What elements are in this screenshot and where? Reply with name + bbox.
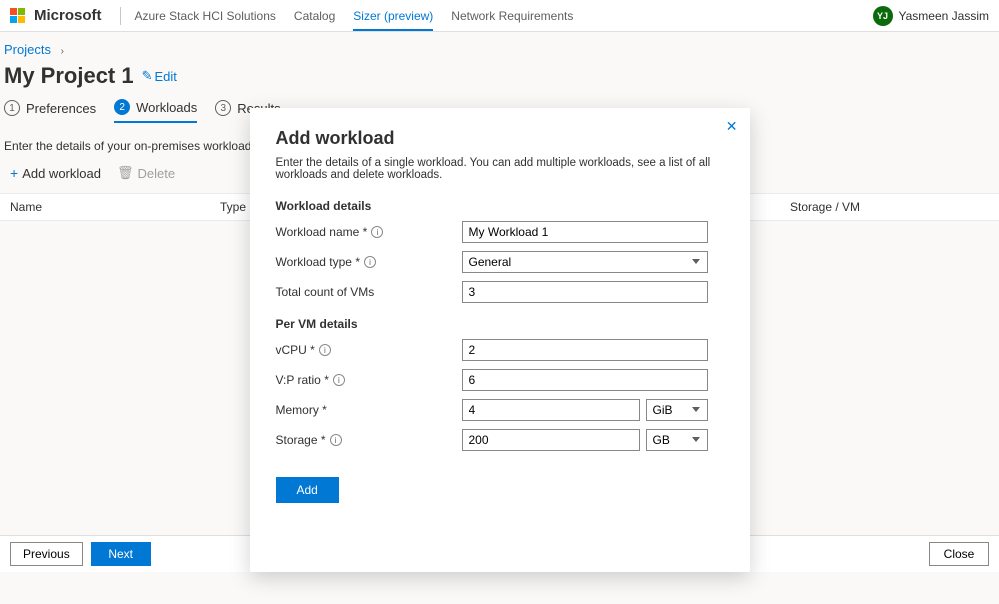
avatar: YJ bbox=[873, 6, 893, 26]
storage-unit-select[interactable]: GB bbox=[646, 429, 708, 451]
vp-ratio-input[interactable] bbox=[462, 369, 708, 391]
info-icon[interactable]: i bbox=[319, 344, 331, 356]
workload-name-label: Workload name * i bbox=[276, 225, 462, 239]
vcpu-label: vCPU * i bbox=[276, 343, 462, 357]
info-icon[interactable]: i bbox=[333, 374, 345, 386]
user-name: Yasmeen Jassim bbox=[899, 9, 989, 23]
memory-label: Memory * bbox=[276, 403, 462, 417]
vm-count-input[interactable] bbox=[462, 281, 708, 303]
breadcrumb: Projects › bbox=[0, 42, 999, 63]
add-workload-label: Add workload bbox=[22, 166, 101, 181]
top-nav: Azure Stack HCI Solutions Catalog Sizer … bbox=[135, 1, 574, 31]
top-header: Microsoft Azure Stack HCI Solutions Cata… bbox=[0, 0, 999, 32]
trash-icon: 🗑 bbox=[117, 165, 134, 181]
microsoft-logo-icon bbox=[10, 8, 26, 24]
chevron-right-icon: › bbox=[61, 46, 64, 57]
nav-item-catalog[interactable]: Catalog bbox=[294, 1, 335, 31]
user-area[interactable]: YJ Yasmeen Jassim bbox=[873, 6, 989, 26]
step-label: Workloads bbox=[136, 100, 197, 115]
modal-title: Add workload bbox=[276, 128, 724, 149]
close-icon[interactable]: ✕ bbox=[726, 118, 738, 135]
workload-type-select[interactable]: General bbox=[462, 251, 708, 273]
nav-item-network-req[interactable]: Network Requirements bbox=[451, 1, 573, 31]
nav-item-hci-solutions[interactable]: Azure Stack HCI Solutions bbox=[135, 1, 276, 31]
memory-input[interactable] bbox=[462, 399, 640, 421]
memory-unit-select[interactable]: GiB bbox=[646, 399, 708, 421]
workload-name-input[interactable] bbox=[462, 221, 708, 243]
step-label: Preferences bbox=[26, 101, 96, 116]
storage-input[interactable] bbox=[462, 429, 640, 451]
modal-description: Enter the details of a single workload. … bbox=[276, 157, 724, 181]
delete-button: 🗑 Delete bbox=[117, 165, 175, 181]
delete-label: Delete bbox=[137, 166, 175, 181]
breadcrumb-projects[interactable]: Projects bbox=[4, 42, 51, 57]
add-workload-button[interactable]: + Add workload bbox=[10, 165, 101, 181]
workload-type-label: Workload type * i bbox=[276, 255, 462, 269]
previous-button[interactable]: Previous bbox=[10, 542, 83, 566]
edit-label: Edit bbox=[155, 69, 177, 84]
section-workload-details: Workload details bbox=[276, 199, 724, 213]
pencil-icon: ✎ bbox=[142, 68, 153, 84]
nav-item-sizer[interactable]: Sizer (preview) bbox=[353, 1, 433, 31]
info-icon[interactable]: i bbox=[371, 226, 383, 238]
plus-icon: + bbox=[10, 165, 18, 181]
step-number: 3 bbox=[215, 100, 231, 116]
info-icon[interactable]: i bbox=[364, 256, 376, 268]
edit-button[interactable]: ✎ Edit bbox=[142, 68, 177, 84]
column-header-storage[interactable]: Storage / VM bbox=[790, 200, 989, 214]
brand-label: Microsoft bbox=[34, 7, 102, 24]
vm-count-label: Total count of VMs bbox=[276, 285, 462, 299]
section-per-vm: Per VM details bbox=[276, 317, 724, 331]
step-preferences[interactable]: 1 Preferences bbox=[4, 99, 96, 123]
info-icon[interactable]: i bbox=[330, 434, 342, 446]
column-header-name[interactable]: Name bbox=[10, 200, 220, 214]
vcpu-input[interactable] bbox=[462, 339, 708, 361]
close-button[interactable]: Close bbox=[929, 542, 989, 566]
step-workloads[interactable]: 2 Workloads bbox=[114, 99, 197, 123]
storage-label: Storage * i bbox=[276, 433, 462, 447]
page-title: My Project 1 bbox=[4, 63, 134, 89]
step-number: 1 bbox=[4, 100, 20, 116]
add-workload-modal: ✕ Add workload Enter the details of a si… bbox=[250, 108, 750, 572]
vp-ratio-label: V:P ratio * i bbox=[276, 373, 462, 387]
add-button[interactable]: Add bbox=[276, 477, 339, 503]
divider bbox=[120, 7, 121, 25]
next-button[interactable]: Next bbox=[91, 542, 151, 566]
step-number: 2 bbox=[114, 99, 130, 115]
